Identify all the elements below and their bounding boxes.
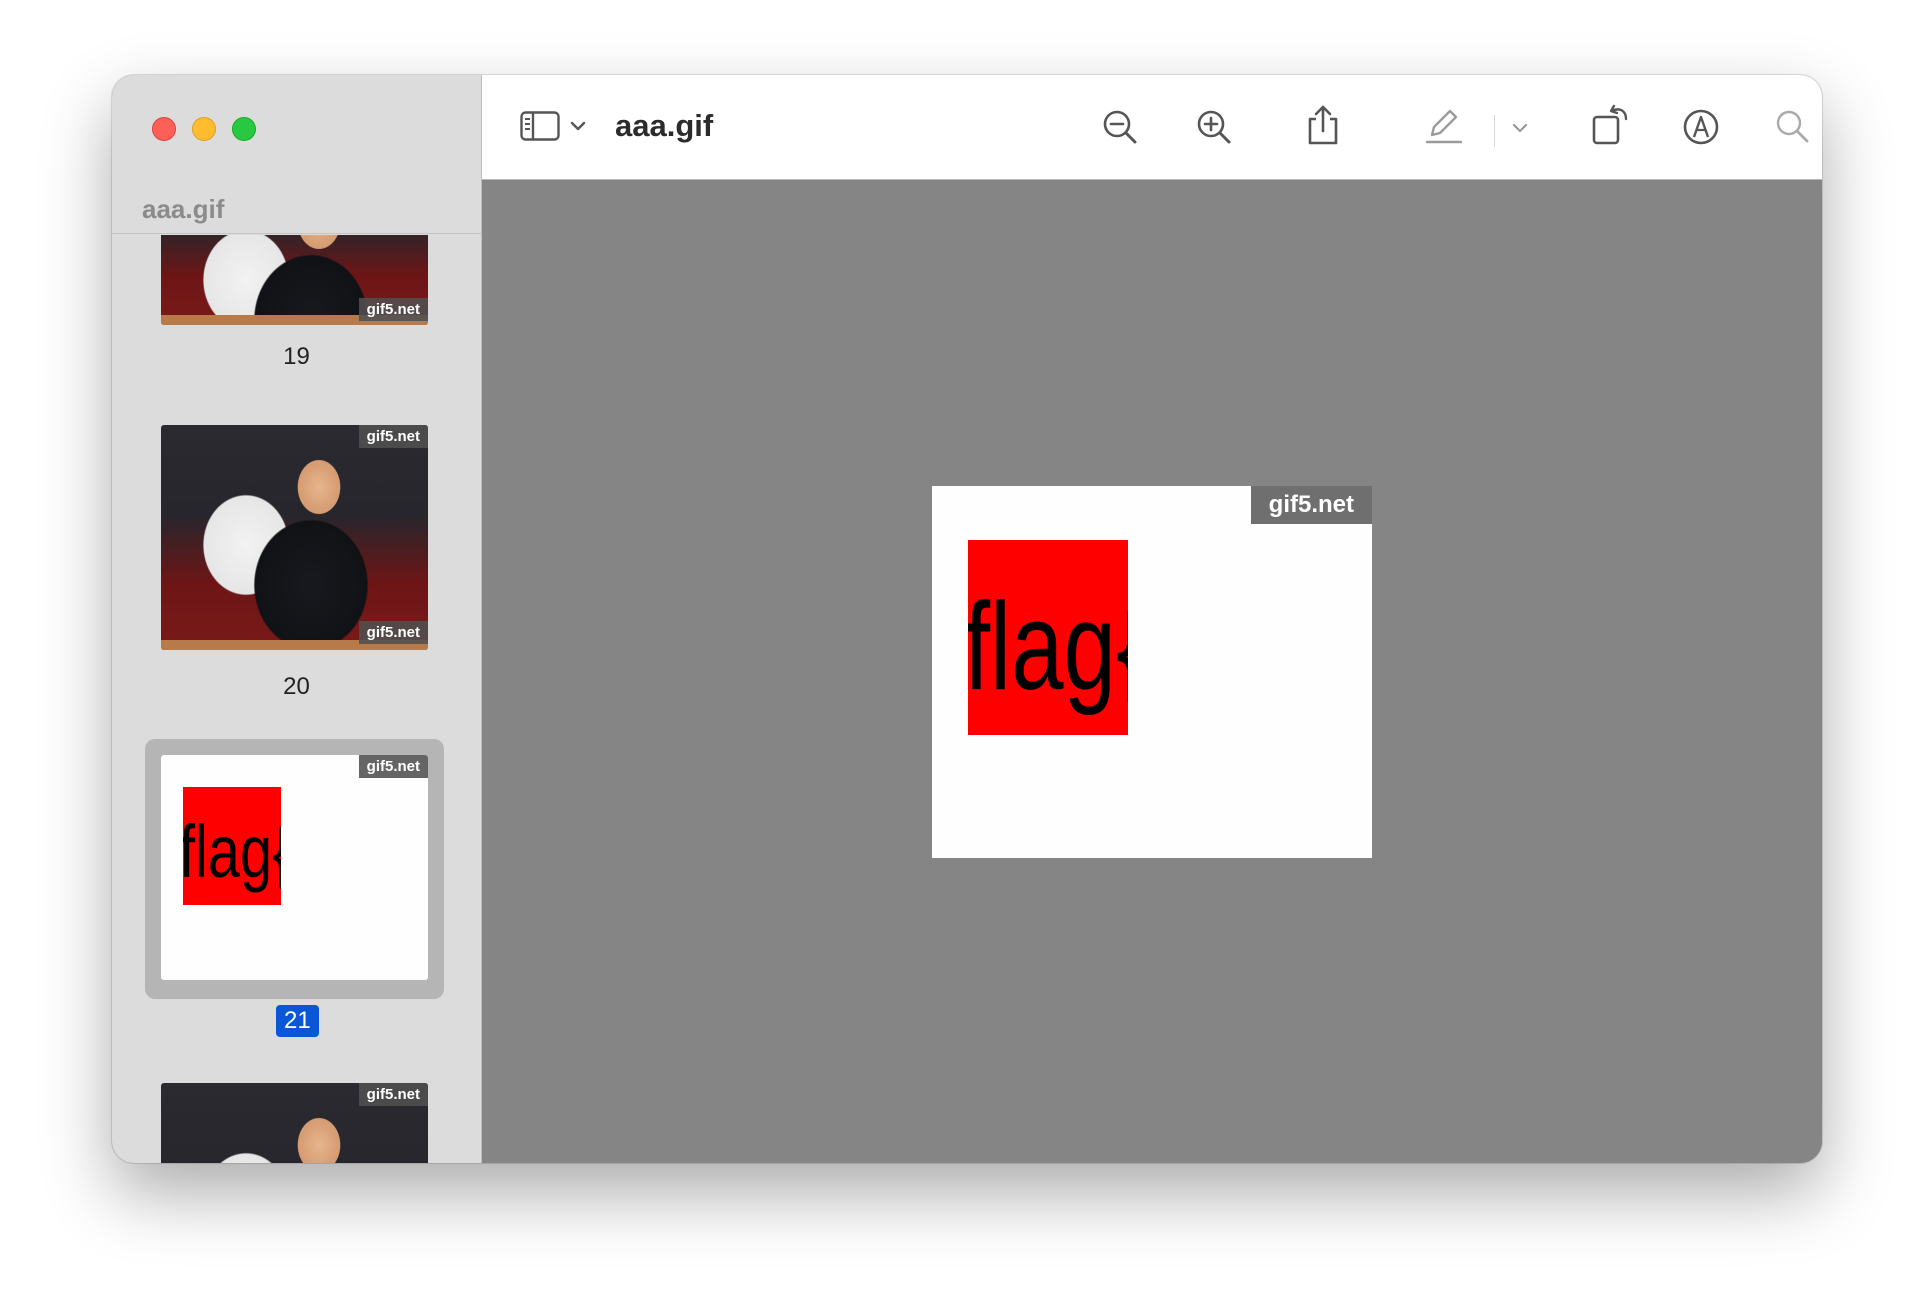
search-icon[interactable] [1774, 108, 1812, 146]
zoom-in-icon[interactable] [1194, 107, 1234, 147]
flag-image: flag{ [183, 787, 281, 905]
chevron-down-icon[interactable] [1512, 122, 1528, 134]
watermark-label: gif5.net [358, 425, 428, 448]
zoom-out-icon[interactable] [1100, 107, 1140, 147]
watermark-label: gif5.net [358, 621, 428, 644]
highlight-pen-icon[interactable] [1424, 105, 1464, 145]
thumbnail-19[interactable]: gif5.net [161, 235, 428, 325]
image-view[interactable]: gif5.net flag{ [482, 180, 1822, 1163]
thumbnail-label: 19 [283, 343, 310, 370]
selected-page-badge: 21 [276, 1005, 319, 1037]
thumbnail-22[interactable]: gif5.net [161, 1083, 428, 1163]
toolbar: aaa.gif [482, 75, 1822, 180]
thumbnail-20[interactable]: gif5.net gif5.net [161, 425, 428, 650]
window-controls [152, 117, 256, 141]
sidebar-header: aaa.gif [112, 180, 481, 234]
flag-image: flag{ [968, 540, 1128, 735]
sidebar: aaa.gif gif5.net 19 gif5.net gif5.net 20… [112, 75, 482, 1163]
thumbnail-21[interactable]: gif5.net flag{ [161, 755, 428, 980]
sidebar-title: aaa.gif [142, 194, 225, 224]
watermark-label: gif5.net [358, 298, 428, 321]
zoom-button[interactable] [232, 117, 256, 141]
markup-icon[interactable] [1682, 108, 1720, 146]
chevron-down-icon[interactable] [570, 120, 586, 132]
flag-text: flag{ [968, 578, 1128, 716]
thumbnail-list[interactable]: gif5.net 19 gif5.net gif5.net 20 gif5.ne… [112, 235, 481, 1163]
displayed-image: gif5.net flag{ [932, 486, 1372, 858]
close-button[interactable] [152, 117, 176, 141]
rotate-icon[interactable] [1590, 103, 1630, 147]
sidebar-icon[interactable] [520, 111, 560, 141]
window-title: aaa.gif [615, 108, 714, 143]
watermark-label: gif5.net [358, 755, 428, 778]
minimize-button[interactable] [192, 117, 216, 141]
watermark-label: gif5.net [358, 1083, 428, 1106]
share-icon[interactable] [1306, 103, 1340, 147]
watermark-label: gif5.net [1250, 486, 1372, 524]
thumbnail-label: 20 [283, 673, 310, 700]
preview-window: aaa.gif gif5.net 19 gif5.net gif5.net 20… [112, 75, 1822, 1163]
toolbar-divider [1494, 115, 1495, 147]
flag-text: flag{ [183, 810, 281, 893]
